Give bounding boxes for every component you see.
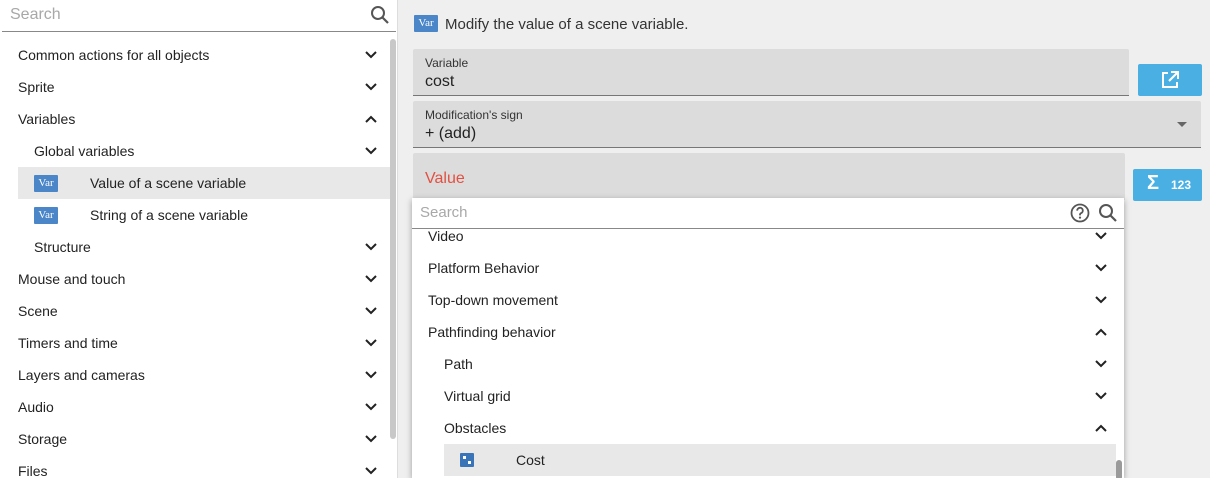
- tree-item-label: Sprite: [18, 79, 55, 95]
- expression-search-input[interactable]: [412, 198, 1052, 227]
- popup-scrollbar[interactable]: [1116, 460, 1122, 478]
- tree-item-label: Global variables: [34, 143, 135, 159]
- sigma-icon: Σ: [1147, 172, 1160, 194]
- chevron-up-icon: [1095, 328, 1107, 336]
- tree-item-sprite[interactable]: Sprite: [2, 71, 390, 103]
- expression-search-box: [412, 198, 1124, 229]
- tree-item-common-actions[interactable]: Common actions for all objects: [2, 39, 390, 71]
- chevron-down-icon: [365, 339, 377, 347]
- popup-item-path[interactable]: Path: [412, 348, 1116, 380]
- variable-field-label: Variable: [425, 56, 469, 70]
- tree-item-label: Storage: [18, 431, 68, 447]
- tree-item-label: Structure: [34, 239, 91, 255]
- chevron-up-icon: [1095, 424, 1107, 432]
- variable-icon: Var: [34, 175, 58, 192]
- chevron-down-icon: [365, 307, 377, 315]
- tree-item-storage[interactable]: Storage: [2, 423, 390, 455]
- modification-sign-value: + (add): [425, 125, 477, 142]
- instruction-list-panel: Common actions for all objects Sprite Va…: [0, 0, 398, 478]
- expression-tree: Video Platform Behavior Top-down movemen…: [412, 220, 1116, 478]
- tree-item-layers-and-cameras[interactable]: Layers and cameras: [2, 359, 390, 391]
- tree-item-label: Timers and time: [18, 335, 118, 351]
- instruction-search-box: [2, 0, 396, 32]
- tree-item-global-variables[interactable]: Global variables: [2, 135, 390, 167]
- variable-field-value[interactable]: cost: [425, 73, 454, 91]
- expression-builder-button[interactable]: Σ 123: [1133, 169, 1202, 201]
- instruction-tree: Common actions for all objects Sprite Va…: [2, 39, 390, 478]
- modification-sign-select[interactable]: Modification's sign + (add): [413, 101, 1201, 148]
- tree-item-label: Common actions for all objects: [18, 47, 210, 63]
- instruction-editor-panel: Var Modify the value of a scene variable.…: [398, 0, 1210, 478]
- tree-item-files[interactable]: Files: [2, 455, 390, 478]
- popup-item-label: Cost: [516, 452, 545, 468]
- popup-item-label: Top-down movement: [428, 292, 558, 308]
- tree-item-audio[interactable]: Audio: [2, 391, 390, 423]
- chevron-down-icon: [365, 403, 377, 411]
- tree-item-label: Layers and cameras: [18, 367, 145, 383]
- tree-item-label: Scene: [18, 303, 58, 319]
- tree-item-variables[interactable]: Variables: [2, 103, 390, 135]
- popup-item-obstacles[interactable]: Obstacles: [412, 412, 1116, 444]
- chevron-down-icon: [1095, 232, 1107, 240]
- instruction-description: Modify the value of a scene variable.: [445, 16, 689, 33]
- help-icon[interactable]: [1070, 203, 1090, 223]
- variable-icon: Var: [414, 15, 438, 33]
- search-icon[interactable]: [370, 5, 390, 25]
- modification-sign-label: Modification's sign: [425, 108, 523, 122]
- chevron-down-icon: [365, 371, 377, 379]
- popup-item-label: Virtual grid: [444, 388, 511, 404]
- chevron-down-icon: [365, 435, 377, 443]
- chevron-down-icon: [365, 83, 377, 91]
- chevron-down-icon: [365, 243, 377, 251]
- popup-item-pathfinding-behavior[interactable]: Pathfinding behavior: [412, 316, 1116, 348]
- tree-item-mouse-and-touch[interactable]: Mouse and touch: [2, 263, 390, 295]
- chevron-down-icon: [365, 275, 377, 283]
- chevron-down-icon: [1095, 296, 1107, 304]
- search-icon[interactable]: [1098, 203, 1118, 223]
- chevron-down-icon: [1095, 360, 1107, 368]
- dropdown-caret-icon: [1177, 122, 1187, 127]
- tree-item-label: Variables: [18, 111, 76, 127]
- chevron-down-icon: [1095, 264, 1107, 272]
- open-external-icon: [1162, 71, 1179, 88]
- tree-item-timers-and-time[interactable]: Timers and time: [2, 327, 390, 359]
- popup-item-top-down-movement[interactable]: Top-down movement: [412, 284, 1116, 316]
- tree-item-label: Mouse and touch: [18, 271, 126, 287]
- tree-item-label: Audio: [18, 399, 54, 415]
- expression-builder-label: 123: [1171, 178, 1192, 192]
- tree-item-label: Files: [18, 463, 48, 478]
- popup-item-label: Path: [444, 356, 473, 372]
- tree-scrollbar[interactable]: [390, 39, 396, 439]
- popup-item-platform-behavior[interactable]: Platform Behavior: [412, 252, 1116, 284]
- chevron-down-icon: [365, 147, 377, 155]
- tree-item-label: String of a scene variable: [90, 207, 248, 223]
- instruction-search-input[interactable]: [2, 0, 342, 30]
- popup-item-label: Obstacles: [444, 420, 507, 436]
- popup-item-label: Pathfinding behavior: [428, 324, 556, 340]
- number-expression-icon: [460, 453, 474, 467]
- open-variables-editor-button[interactable]: [1138, 64, 1202, 96]
- tree-item-label: Value of a scene variable: [90, 175, 247, 191]
- tree-item-string-of-scene-variable[interactable]: Var String of a scene variable: [2, 199, 390, 231]
- chevron-down-icon: [365, 467, 377, 475]
- tree-item-value-of-scene-variable[interactable]: Var Value of a scene variable: [18, 167, 390, 199]
- tree-item-structure[interactable]: Structure: [2, 231, 390, 263]
- popup-item-virtual-grid[interactable]: Virtual grid: [412, 380, 1116, 412]
- variable-field[interactable]: Variable cost: [413, 49, 1129, 96]
- popup-item-label: Platform Behavior: [428, 260, 540, 276]
- chevron-down-icon: [1095, 392, 1107, 400]
- value-field-label: Value: [425, 170, 465, 187]
- chevron-up-icon: [365, 115, 377, 123]
- chevron-down-icon: [365, 51, 377, 59]
- instruction-header: Var Modify the value of a scene variable.: [414, 14, 688, 36]
- tree-item-scene[interactable]: Scene: [2, 295, 390, 327]
- variable-icon: Var: [34, 207, 58, 224]
- expression-autocomplete-popup: Video Platform Behavior Top-down movemen…: [412, 198, 1124, 478]
- value-field[interactable]: Value: [413, 153, 1125, 200]
- popup-item-cost[interactable]: Cost: [444, 444, 1116, 476]
